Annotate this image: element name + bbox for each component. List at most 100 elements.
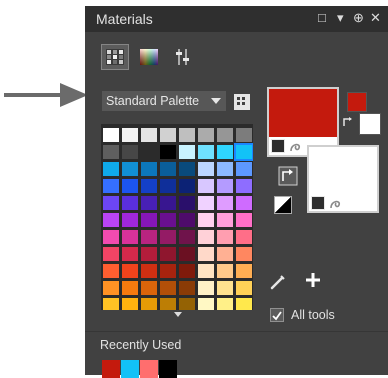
palette-swatch[interactable]	[122, 247, 138, 261]
palette-swatch[interactable]	[236, 128, 252, 142]
palette-swatch[interactable]	[179, 298, 195, 310]
palette-swatch[interactable]	[160, 281, 176, 295]
palette-swatch[interactable]	[217, 128, 233, 142]
edit-palette-icon[interactable]	[268, 272, 288, 292]
palette-swatch[interactable]	[141, 247, 157, 261]
palette-tab[interactable]	[101, 44, 129, 70]
palette-swatch[interactable]	[103, 281, 119, 295]
foreground-color-swatch[interactable]	[347, 92, 367, 112]
palette-swatch[interactable]	[198, 162, 214, 176]
palette-swatch[interactable]	[122, 230, 138, 244]
palette-swatch[interactable]	[236, 298, 252, 310]
palette-swatch[interactable]	[198, 281, 214, 295]
palette-swatch[interactable]	[236, 247, 252, 261]
palette-swatch[interactable]	[217, 298, 233, 310]
palette-swatch[interactable]	[236, 213, 252, 227]
palette-swatch[interactable]	[198, 247, 214, 261]
palette-swatch[interactable]	[103, 213, 119, 227]
palette-swatch[interactable]	[122, 179, 138, 193]
texture-swirl-icon[interactable]	[329, 196, 343, 210]
palette-swatch[interactable]	[217, 145, 233, 159]
palette-swatch[interactable]	[103, 179, 119, 193]
background-style-toggle-icon[interactable]	[311, 196, 325, 210]
palette-swatch[interactable]	[141, 230, 157, 244]
palette-swatch[interactable]	[160, 196, 176, 210]
palette-swatch[interactable]	[141, 264, 157, 278]
recent-color-swatch[interactable]	[121, 360, 139, 378]
palette-swatch[interactable]	[179, 247, 195, 261]
palette-swatch[interactable]	[103, 145, 119, 159]
palette-swatch[interactable]	[217, 247, 233, 261]
palette-swatch[interactable]	[160, 213, 176, 227]
all-tools-checkbox[interactable]	[270, 308, 284, 322]
palette-swatch[interactable]	[198, 128, 214, 142]
palette-swatch[interactable]	[141, 162, 157, 176]
palette-swatch[interactable]	[198, 230, 214, 244]
palette-swatch[interactable]	[103, 162, 119, 176]
dock-icon[interactable]: □	[318, 10, 326, 26]
palette-swatch[interactable]	[179, 145, 195, 159]
palette-swatch[interactable]	[217, 281, 233, 295]
palette-swatch[interactable]	[217, 213, 233, 227]
swatches-tab[interactable]	[169, 44, 197, 70]
swap-colors-icon[interactable]	[342, 116, 354, 128]
palette-swatch[interactable]	[160, 128, 176, 142]
black-white-reset-icon[interactable]	[274, 196, 292, 214]
background-style-bar[interactable]	[307, 195, 379, 213]
palette-swatch[interactable]	[141, 145, 157, 159]
palette-swatch[interactable]	[122, 162, 138, 176]
foreground-material-swatch[interactable]	[267, 87, 339, 137]
palette-swatch[interactable]	[198, 213, 214, 227]
palette-swatch[interactable]	[122, 264, 138, 278]
close-icon[interactable]: ✕	[370, 10, 381, 26]
palette-swatch[interactable]	[198, 264, 214, 278]
palette-swatch[interactable]	[122, 196, 138, 210]
palette-swatch[interactable]	[179, 230, 195, 244]
palette-swatch[interactable]	[122, 128, 138, 142]
palette-swatch[interactable]	[179, 264, 195, 278]
palette-swatch[interactable]	[141, 213, 157, 227]
palette-swatch[interactable]	[179, 196, 195, 210]
palette-swatch[interactable]	[236, 281, 252, 295]
palette-swatch[interactable]	[141, 128, 157, 142]
palette-options-icon[interactable]	[232, 92, 252, 112]
foreground-style-toggle-icon[interactable]	[271, 139, 285, 153]
palette-swatch[interactable]	[103, 230, 119, 244]
palette-swatch[interactable]	[179, 213, 195, 227]
swap-materials-icon[interactable]	[278, 166, 298, 186]
palette-swatch[interactable]	[160, 230, 176, 244]
palette-swatch[interactable]	[198, 196, 214, 210]
texture-swirl-icon[interactable]	[289, 139, 303, 153]
recent-color-swatch[interactable]	[102, 360, 120, 378]
palette-swatch[interactable]	[217, 264, 233, 278]
pin-icon[interactable]: ⊕	[353, 10, 364, 26]
palette-swatch[interactable]	[160, 264, 176, 278]
palette-swatch[interactable]	[122, 213, 138, 227]
recent-color-swatch[interactable]	[159, 360, 177, 378]
palette-swatch[interactable]	[141, 179, 157, 193]
palette-swatch[interactable]	[141, 196, 157, 210]
palette-swatch[interactable]	[179, 281, 195, 295]
palette-swatch[interactable]	[103, 128, 119, 142]
rainbow-tab[interactable]	[135, 44, 163, 70]
palette-swatch[interactable]	[103, 247, 119, 261]
palette-swatch[interactable]	[103, 298, 119, 310]
palette-swatch[interactable]	[217, 179, 233, 193]
palette-swatch[interactable]	[217, 230, 233, 244]
palette-swatch[interactable]	[217, 162, 233, 176]
palette-swatch[interactable]	[141, 298, 157, 310]
palette-swatch[interactable]	[122, 145, 138, 159]
palette-swatch[interactable]	[122, 281, 138, 295]
panel-menu-icon[interactable]: ▾	[337, 10, 344, 26]
palette-swatch[interactable]	[160, 145, 176, 159]
palette-swatch[interactable]	[179, 162, 195, 176]
palette-swatch[interactable]	[236, 162, 252, 176]
palette-swatch[interactable]	[198, 145, 214, 159]
add-swatch-icon[interactable]	[303, 270, 323, 290]
palette-swatch[interactable]	[160, 298, 176, 310]
palette-swatch[interactable]	[236, 196, 252, 210]
palette-swatch[interactable]	[236, 179, 252, 193]
palette-dropdown[interactable]: Standard Palette	[102, 91, 226, 111]
palette-swatch[interactable]	[141, 281, 157, 295]
palette-swatch[interactable]	[198, 179, 214, 193]
